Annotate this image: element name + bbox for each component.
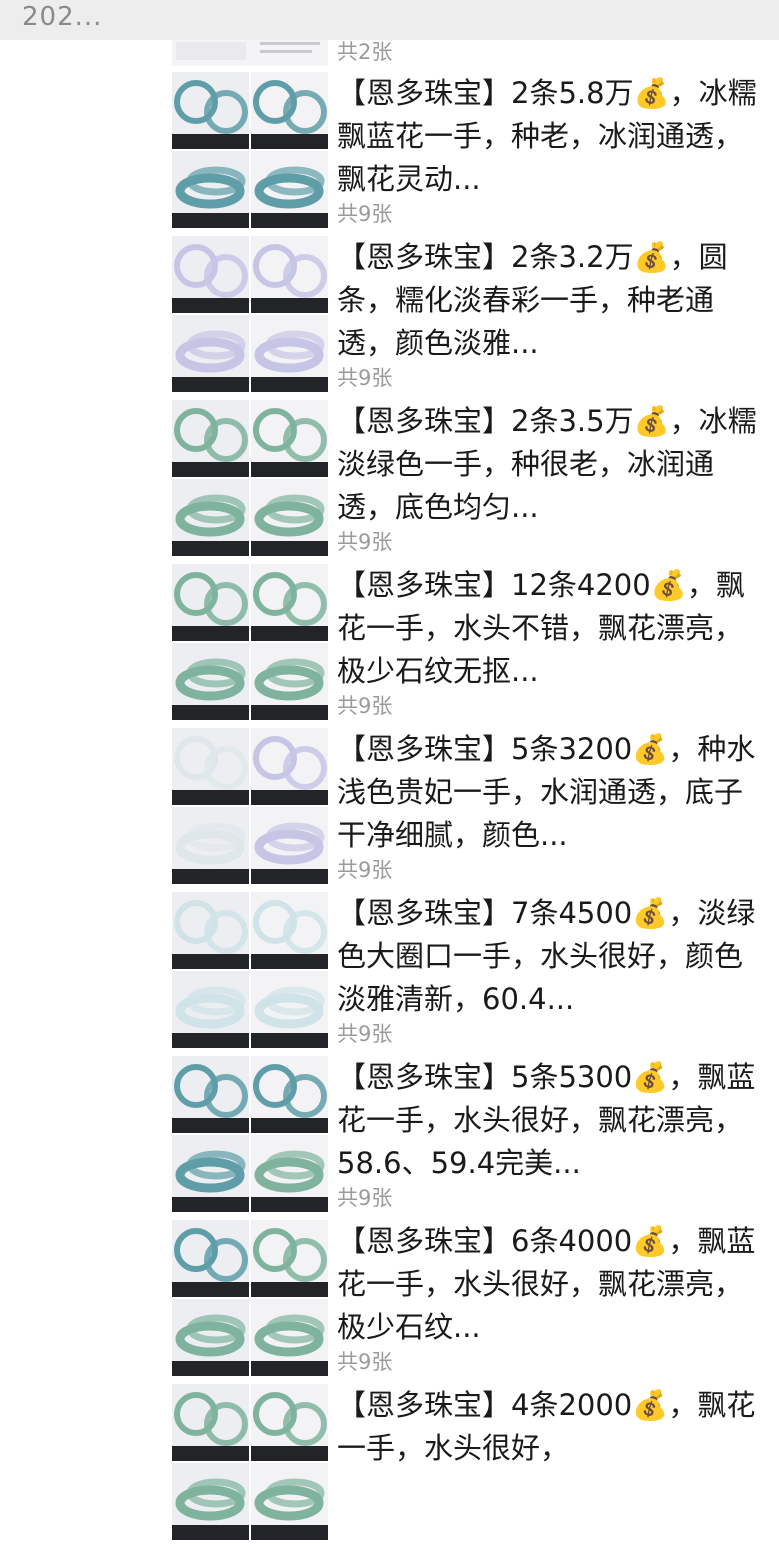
feed-post[interactable]: 【恩多珠宝】12条4200💰，飘花一手，水头不错，飘花漂亮，极少石纹无抠... 共… bbox=[0, 564, 779, 724]
thumbnail-grid[interactable] bbox=[172, 1384, 328, 1540]
partial-thumbnail[interactable] bbox=[172, 40, 328, 66]
thumbnail-grid[interactable] bbox=[172, 1220, 328, 1376]
bangle-thumbnail[interactable] bbox=[251, 479, 328, 556]
post-caption: 【恩多珠宝】12条4200💰，飘花一手，水头不错，飘花漂亮，极少石纹无抠... bbox=[337, 568, 745, 688]
bangle-thumbnail[interactable] bbox=[172, 72, 249, 149]
image-count: 共9张 bbox=[337, 366, 393, 390]
bangle-thumbnail[interactable] bbox=[251, 1299, 328, 1376]
image-count: 共9张 bbox=[337, 530, 393, 554]
thumbnail-grid[interactable] bbox=[172, 236, 328, 392]
thumbnail-grid[interactable] bbox=[172, 892, 328, 1048]
bangle-thumbnail[interactable] bbox=[251, 151, 328, 228]
bangle-thumbnail[interactable] bbox=[251, 400, 328, 477]
bangle-thumbnail[interactable] bbox=[172, 564, 249, 641]
bangle-thumbnail[interactable] bbox=[251, 807, 328, 884]
thumbnail-grid[interactable] bbox=[172, 564, 328, 720]
post-caption: 【恩多珠宝】5条3200💰，种水浅色贵妃一手，水润通透，底子干净细腻，颜色... bbox=[337, 732, 756, 852]
feed-post[interactable]: 【恩多珠宝】5条3200💰，种水浅色贵妃一手，水润通透，底子干净细腻，颜色...… bbox=[0, 728, 779, 888]
feed-post[interactable]: 【恩多珠宝】7条4500💰，淡绿色大圈口一手，水头很好，颜色淡雅清新，60.4.… bbox=[0, 892, 779, 1052]
bangle-thumbnail[interactable] bbox=[251, 971, 328, 1048]
bangle-thumbnail[interactable] bbox=[172, 1463, 249, 1540]
image-count: 共9张 bbox=[337, 202, 393, 226]
thumbnail-grid[interactable] bbox=[172, 1056, 328, 1212]
feed-post[interactable]: 【恩多珠宝】6条4000💰，飘蓝花一手，水头很好，飘花漂亮，极少石纹... 共9张 bbox=[0, 1220, 779, 1380]
bangle-thumbnail[interactable] bbox=[172, 971, 249, 1048]
thumbnail-grid[interactable] bbox=[172, 400, 328, 556]
post-caption: 【恩多珠宝】4条2000💰，飘花一手，水头很好， bbox=[337, 1388, 756, 1465]
post-caption: 【恩多珠宝】2条3.5万💰，冰糯淡绿色一手，种很老，冰润通透，底色均匀... bbox=[337, 404, 757, 524]
post-caption: 【恩多珠宝】6条4000💰，飘蓝花一手，水头很好，飘花漂亮，极少石纹... bbox=[337, 1224, 756, 1344]
post-caption: 【恩多珠宝】5条5300💰，飘蓝花一手，水头很好，飘花漂亮，58.6、59.4完… bbox=[337, 1060, 756, 1180]
image-count: 共9张 bbox=[337, 1350, 393, 1374]
bangle-thumbnail[interactable] bbox=[172, 315, 249, 392]
image-count: 共2张 bbox=[337, 40, 393, 64]
bangle-thumbnail[interactable] bbox=[172, 151, 249, 228]
post-caption: 【恩多珠宝】2条5.8万💰，冰糯飘蓝花一手，种老，冰润通透，飘花灵动... bbox=[337, 76, 757, 196]
thumbnail-grid[interactable] bbox=[172, 72, 328, 228]
feed-post[interactable]: 【恩多珠宝】4条2000💰，飘花一手，水头很好， bbox=[0, 1384, 779, 1544]
bangle-thumbnail[interactable] bbox=[251, 564, 328, 641]
bangle-thumbnail[interactable] bbox=[251, 892, 328, 969]
bangle-thumbnail[interactable] bbox=[251, 728, 328, 805]
bangle-thumbnail[interactable] bbox=[172, 892, 249, 969]
bangle-thumbnail[interactable] bbox=[172, 728, 249, 805]
bangle-thumbnail[interactable] bbox=[172, 400, 249, 477]
bangle-thumbnail[interactable] bbox=[172, 1135, 249, 1212]
bangle-thumbnail[interactable] bbox=[251, 72, 328, 149]
bangle-thumbnail[interactable] bbox=[172, 1299, 249, 1376]
image-count: 共9张 bbox=[337, 858, 393, 882]
post-caption: 【恩多珠宝】2条3.2万💰，圆条，糯化淡春彩一手，种老通透，颜色淡雅... bbox=[337, 240, 728, 360]
post-caption: 【恩多珠宝】7条4500💰，淡绿色大圈口一手，水头很好，颜色淡雅清新，60.4.… bbox=[337, 896, 756, 1016]
bangle-thumbnail[interactable] bbox=[251, 315, 328, 392]
bangle-thumbnail[interactable] bbox=[251, 1384, 328, 1461]
bangle-thumbnail[interactable] bbox=[172, 1220, 249, 1297]
feed-post[interactable]: 【恩多珠宝】2条3.2万💰，圆条，糯化淡春彩一手，种老通透，颜色淡雅... 共9张 bbox=[0, 236, 779, 396]
bangle-thumbnail[interactable] bbox=[251, 1056, 328, 1133]
bangle-thumbnail[interactable] bbox=[172, 479, 249, 556]
image-count: 共9张 bbox=[337, 1022, 393, 1046]
bangle-thumbnail[interactable] bbox=[172, 807, 249, 884]
bangle-thumbnail[interactable] bbox=[172, 1384, 249, 1461]
feed-post[interactable]: 【恩多珠宝】5条5300💰，飘蓝花一手，水头很好，飘花漂亮，58.6、59.4完… bbox=[0, 1056, 779, 1216]
bangle-thumbnail[interactable] bbox=[251, 1463, 328, 1540]
bangle-thumbnail[interactable] bbox=[251, 1220, 328, 1297]
bangle-thumbnail[interactable] bbox=[172, 643, 249, 720]
image-count: 共9张 bbox=[337, 1186, 393, 1210]
moments-feed[interactable]: 共2张 【恩多珠宝】2条5.8万💰，冰糯飘蓝花一手，种老，冰润通透，飘花灵动..… bbox=[0, 0, 779, 1540]
feed-post[interactable]: 【恩多珠宝】2条3.5万💰，冰糯淡绿色一手，种很老，冰润通透，底色均匀... 共9… bbox=[0, 400, 779, 560]
bangle-thumbnail[interactable] bbox=[251, 1135, 328, 1212]
feed-post[interactable]: 【恩多珠宝】2条5.8万💰，冰糯飘蓝花一手，种老，冰润通透，飘花灵动... 共9张 bbox=[0, 72, 779, 232]
thumbnail-grid[interactable] bbox=[172, 728, 328, 884]
bangle-thumbnail[interactable] bbox=[251, 236, 328, 313]
image-count: 共9张 bbox=[337, 694, 393, 718]
bangle-thumbnail[interactable] bbox=[172, 1056, 249, 1133]
bangle-thumbnail[interactable] bbox=[172, 236, 249, 313]
bangle-thumbnail[interactable] bbox=[251, 643, 328, 720]
